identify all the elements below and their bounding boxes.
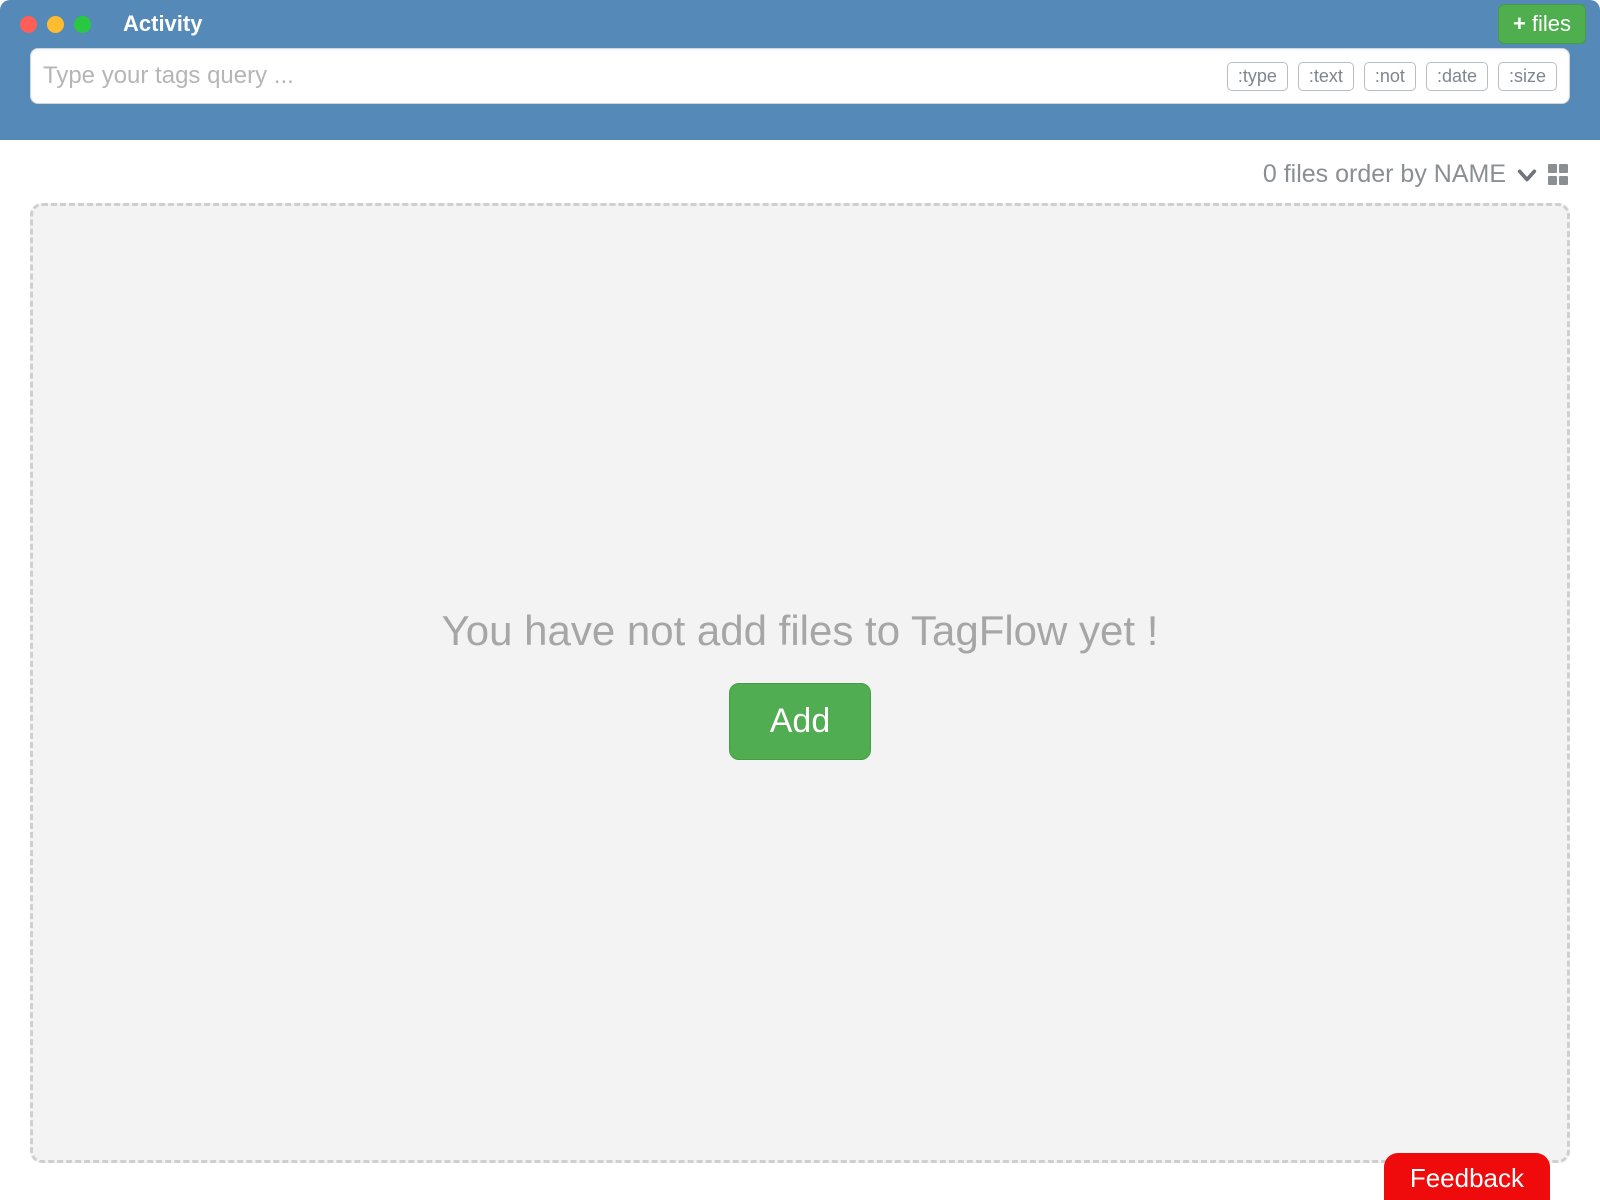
feedback-button[interactable]: Feedback [1384,1153,1550,1200]
zoom-window-button[interactable] [74,16,91,33]
sort-dropdown[interactable] [1516,164,1538,186]
add-files-button[interactable]: + files [1498,4,1586,44]
pill-text[interactable]: :text [1298,62,1354,91]
pill-size[interactable]: :size [1498,62,1557,91]
close-window-button[interactable] [20,16,37,33]
pill-date[interactable]: :date [1426,62,1488,91]
grid-icon [1559,176,1568,185]
chevron-down-icon [1516,164,1538,186]
titlebar: Activity + files :type :text :not :date … [0,0,1600,140]
traffic-lights [20,16,91,33]
titlebar-top: Activity + files [0,0,1600,48]
tag-pill-row: :type :text :not :date :size [1227,62,1557,91]
add-files-label: files [1532,11,1571,37]
minimize-window-button[interactable] [47,16,64,33]
search-bar: :type :text :not :date :size [30,48,1570,104]
status-row: 0 files order by NAME [0,140,1600,203]
pill-type[interactable]: :type [1227,62,1288,91]
plus-icon: + [1513,13,1526,35]
window-title: Activity [123,11,202,37]
grid-icon [1559,164,1568,173]
search-input[interactable] [43,62,1227,90]
empty-state-message: You have not add files to TagFlow yet ! [442,607,1159,655]
grid-icon [1548,176,1557,185]
add-button[interactable]: Add [729,683,872,760]
grid-icon [1548,164,1557,173]
dropzone[interactable]: You have not add files to TagFlow yet ! … [30,203,1570,1163]
status-text: 0 files order by NAME [1263,160,1506,189]
grid-view-toggle[interactable] [1548,164,1570,186]
pill-not[interactable]: :not [1364,62,1416,91]
